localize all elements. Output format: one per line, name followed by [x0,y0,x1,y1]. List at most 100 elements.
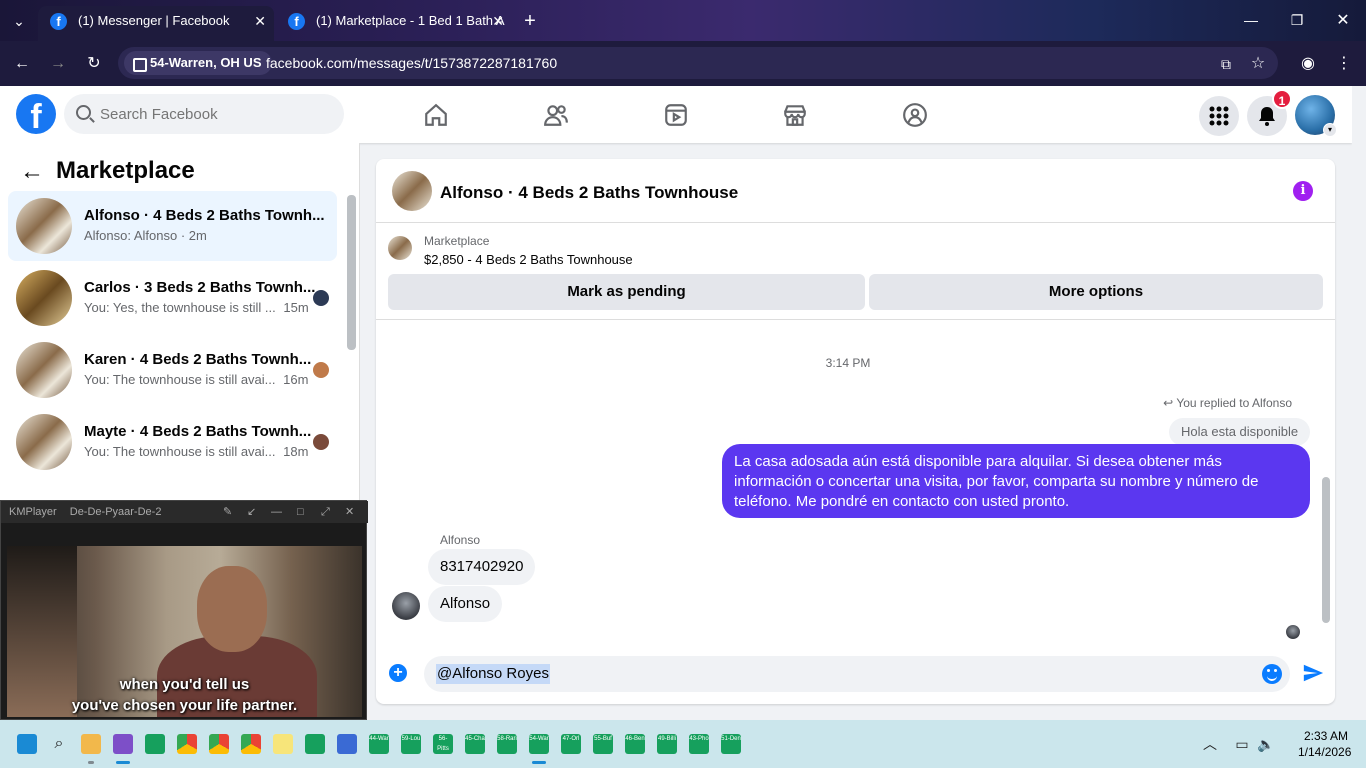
groups-icon[interactable] [902,102,928,128]
mention-text[interactable]: @Alfonso Royes [436,664,550,684]
taskbar-app[interactable]: 54-War [529,734,549,754]
app-icon[interactable] [305,734,325,754]
taskbar-app[interactable]: 44-War [369,734,389,754]
taskbar-app[interactable]: 43-Pho [689,734,709,754]
omnibox[interactable]: 54-Warren, OH US facebook.com/messages/t… [118,47,1278,79]
chrome-icon[interactable] [209,734,229,754]
app-icon[interactable] [145,734,165,754]
more-options-button[interactable]: More options [869,274,1323,310]
search-icon[interactable]: ⌕ [49,734,69,754]
system-clock[interactable]: 2:33 AM 1/14/2026 [1298,728,1352,760]
tab-messenger[interactable]: f (1) Messenger | Facebook ✕ [38,6,274,41]
conversation-item[interactable]: Karen · 4 Beds 2 Baths Townh... You: The… [8,335,337,405]
app-icon[interactable] [337,734,357,754]
shrink-icon[interactable]: ↙ [247,501,256,523]
mark-as-pending-button[interactable]: Mark as pending [388,274,865,310]
account-avatar[interactable]: ▾ [1295,95,1337,137]
volume-icon[interactable]: 🔈 [1256,734,1276,754]
close-tab-icon[interactable]: ✕ [492,6,504,36]
chrome-icon[interactable] [241,734,261,754]
sender-avatar[interactable] [392,592,420,620]
quoted-message[interactable]: Hola esta disponible [1169,418,1311,446]
chrome-icon[interactable] [177,734,197,754]
conversation-item[interactable]: Mayte · 4 Beds 2 Baths Townh... You: The… [8,407,337,477]
listing-title[interactable]: $2,850 - 4 Beds 2 Baths Townhouse [424,252,633,267]
taskbar-app[interactable]: 59-Lou [401,734,421,754]
kmp-fullscreen-icon[interactable]: ⤢ [321,501,330,523]
listing-thumbnail[interactable] [388,236,412,260]
clock-date: 1/14/2026 [1298,745,1352,759]
incoming-message[interactable]: Alfonso [428,586,503,622]
home-icon[interactable] [423,102,449,128]
profile-icon[interactable]: ◉ [1296,52,1320,76]
menu-icon[interactable]: ⋮ [1332,52,1356,76]
tray-chevron-icon[interactable]: ︿ [1200,734,1220,754]
chat-avatar[interactable] [392,171,432,211]
kmp-close-icon[interactable]: ✕ [345,501,354,523]
tab-marketplace[interactable]: f (1) Marketplace - 1 Bed 1 Bath A ✕ [276,6,512,41]
back-icon[interactable]: ← [10,52,34,76]
close-window-icon[interactable]: ✕ [1320,0,1366,41]
forward-icon[interactable]: → [46,52,70,76]
chat-title[interactable]: Alfonso · 4 Beds 2 Baths Townhouse [440,183,738,203]
incoming-message[interactable]: 8317402920 [428,549,536,585]
kmp-maximize-icon[interactable]: □ [297,501,304,523]
facebook-logo-icon[interactable]: f [16,94,56,134]
reload-icon[interactable]: ↻ [82,52,106,76]
page-scrollbar[interactable] [1352,86,1366,720]
start-icon[interactable] [17,734,37,754]
bookmark-star-icon[interactable]: ☆ [1246,52,1270,76]
notepad-icon[interactable] [273,734,293,754]
url-text[interactable]: facebook.com/messages/t/1573872287181760 [266,47,557,79]
minimize-icon[interactable]: — [1228,0,1274,41]
inbox-scrollbar[interactable] [347,195,356,350]
chat-header: Alfonso · 4 Beds 2 Baths Townhouse i [376,159,1335,223]
search-input[interactable] [100,94,330,134]
close-tab-icon[interactable]: ✕ [254,6,266,36]
taskbar-app[interactable]: 56-Pitts [433,734,453,754]
video-frame[interactable]: when you'd tell us you've chosen your li… [7,546,362,717]
taskbar-app[interactable]: 47-Orl [561,734,581,754]
video-icon[interactable] [663,102,689,128]
taskbar: ⌕ 44-War 59-Lou 56-Pitts 45-Cha 58-Rari … [0,720,1366,768]
chat-scrollbar[interactable] [1322,319,1331,627]
search-icon [76,105,91,120]
address-bar-row: ← → ↻ 54-Warren, OH US facebook.com/mess… [0,41,1366,86]
maximize-icon[interactable]: ❐ [1274,0,1320,41]
new-tab-icon[interactable]: + [519,10,541,32]
install-icon[interactable]: ⧉ [1214,52,1238,76]
taskbar-app[interactable]: 45-Cha [465,734,485,754]
outgoing-message[interactable]: La casa adosada aún está disponible para… [722,444,1310,518]
seen-avatar [1286,625,1300,639]
menu-grid-button[interactable] [1199,96,1239,136]
message-input-box[interactable]: @Alfonso Royes [424,656,1290,692]
emoji-icon[interactable] [1262,664,1282,684]
conversation-item[interactable]: Carlos · 3 Beds 2 Baths Townh... You: Ye… [8,263,337,333]
running-indicator [116,761,130,764]
taskbar-app[interactable]: 51-Den [721,734,741,754]
conversation-item[interactable]: Alfonso · 4 Beds 2 Baths Townh... Alfons… [8,191,337,261]
network-icon[interactable]: ▭ [1232,734,1252,754]
plus-icon[interactable]: + [389,664,407,682]
search-box[interactable] [64,94,344,134]
facebook-favicon-icon: f [288,13,305,30]
tab-search-icon[interactable]: ⌄ [8,10,30,32]
visual-studio-icon[interactable] [113,734,133,754]
kmp-minimize-icon[interactable]: — [271,501,282,523]
taskbar-app[interactable]: 46-Ben [625,734,645,754]
marketplace-icon[interactable] [782,102,808,128]
listing-thumbnail [16,198,72,254]
taskbar-app[interactable]: 58-Rari [497,734,517,754]
info-icon[interactable]: i [1293,181,1313,201]
taskbar-app[interactable]: 49-Billi [657,734,677,754]
back-arrow-icon[interactable]: ← [20,160,44,184]
kmplayer-titlebar[interactable]: KMPlayer De-De-Pyaar-De-2 ✎ ↙ — □ ⤢ ✕ [1,501,368,523]
scroll-thumb[interactable] [1322,477,1330,623]
send-icon[interactable] [1302,662,1324,684]
friends-icon[interactable] [543,102,569,128]
pin-icon[interactable]: ✎ [223,501,232,523]
taskbar-app[interactable]: 55-Buf [593,734,613,754]
location-chip[interactable]: 54-Warren, OH US [124,51,272,75]
kmplayer-window[interactable]: KMPlayer De-De-Pyaar-De-2 ✎ ↙ — □ ⤢ ✕ wh… [0,500,368,720]
file-explorer-icon[interactable] [81,734,101,754]
